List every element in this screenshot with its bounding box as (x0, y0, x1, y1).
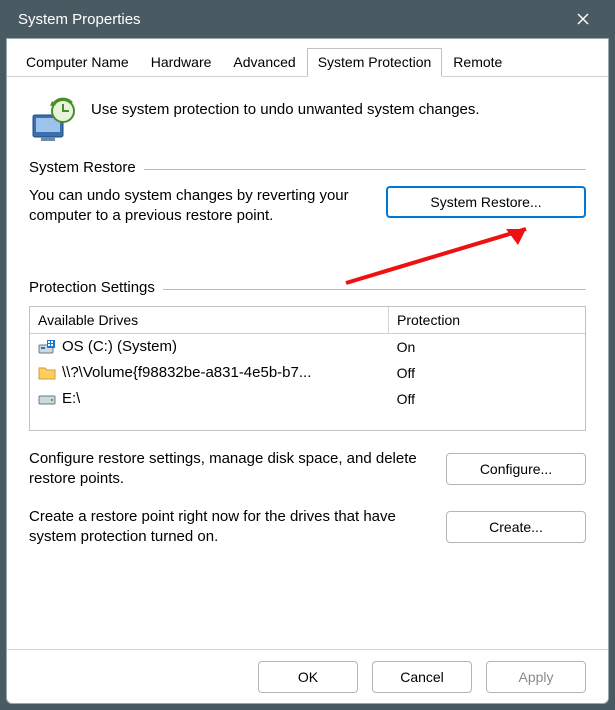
drive-name: \\?\Volume{f98832be-a831-4e5b-b7... (62, 364, 311, 381)
drive-protection: Off (389, 391, 585, 407)
tab-computer-name[interactable]: Computer Name (15, 48, 140, 76)
drive-name: OS (C:) (System) (62, 338, 177, 355)
system-protection-icon (29, 97, 77, 145)
annotation-arrow-wrap (29, 227, 586, 283)
tab-advanced[interactable]: Advanced (222, 48, 306, 76)
configure-button[interactable]: Configure... (446, 453, 586, 485)
annotation-arrow-icon (336, 221, 556, 293)
apply-button[interactable]: Apply (486, 661, 586, 693)
intro-row: Use system protection to undo unwanted s… (29, 97, 586, 145)
table-row[interactable]: \\?\Volume{f98832be-a831-4e5b-b7... Off (30, 360, 585, 386)
group-system-restore: System Restore You can undo system chang… (29, 169, 586, 283)
tab-hardware[interactable]: Hardware (140, 48, 223, 76)
create-button[interactable]: Create... (446, 511, 586, 543)
col-header-protection[interactable]: Protection (389, 307, 585, 333)
group-protection-settings: Protection Settings Available Drives Pro… (29, 289, 586, 548)
drives-table: Available Drives Protection (29, 306, 586, 431)
system-properties-window: System Properties Computer Name Hardware… (0, 0, 615, 710)
os-drive-icon (38, 339, 56, 355)
drive-protection: Off (389, 365, 585, 381)
table-row[interactable]: OS (C:) (System) On (30, 334, 585, 360)
folder-icon (38, 365, 56, 381)
system-restore-desc: You can undo system changes by reverting… (29, 186, 372, 227)
tab-remote[interactable]: Remote (442, 48, 513, 76)
drives-header-row: Available Drives Protection (30, 307, 585, 334)
system-restore-button[interactable]: System Restore... (386, 186, 586, 218)
table-row[interactable]: E:\ Off (30, 386, 585, 412)
drive-protection: On (389, 339, 585, 355)
cancel-button[interactable]: Cancel (372, 661, 472, 693)
intro-text: Use system protection to undo unwanted s… (91, 97, 480, 118)
window-title: System Properties (18, 11, 563, 28)
create-desc: Create a restore point right now for the… (29, 507, 430, 548)
group-system-restore-label: System Restore (29, 159, 144, 176)
titlebar[interactable]: System Properties (0, 0, 615, 38)
drive-name: E:\ (62, 390, 80, 407)
ext-drive-icon (38, 391, 56, 407)
col-header-drives[interactable]: Available Drives (30, 307, 389, 333)
configure-desc: Configure restore settings, manage disk … (29, 449, 430, 490)
group-protection-settings-label: Protection Settings (29, 279, 163, 296)
dialog-button-bar: OK Cancel Apply (7, 649, 608, 703)
system-protection-panel: Use system protection to undo unwanted s… (7, 77, 608, 649)
close-icon (577, 13, 589, 25)
tab-system-protection[interactable]: System Protection (307, 48, 443, 77)
tab-strip: Computer Name Hardware Advanced System P… (7, 39, 608, 77)
close-button[interactable] (563, 4, 603, 34)
ok-button[interactable]: OK (258, 661, 358, 693)
client-area: Computer Name Hardware Advanced System P… (6, 38, 609, 704)
